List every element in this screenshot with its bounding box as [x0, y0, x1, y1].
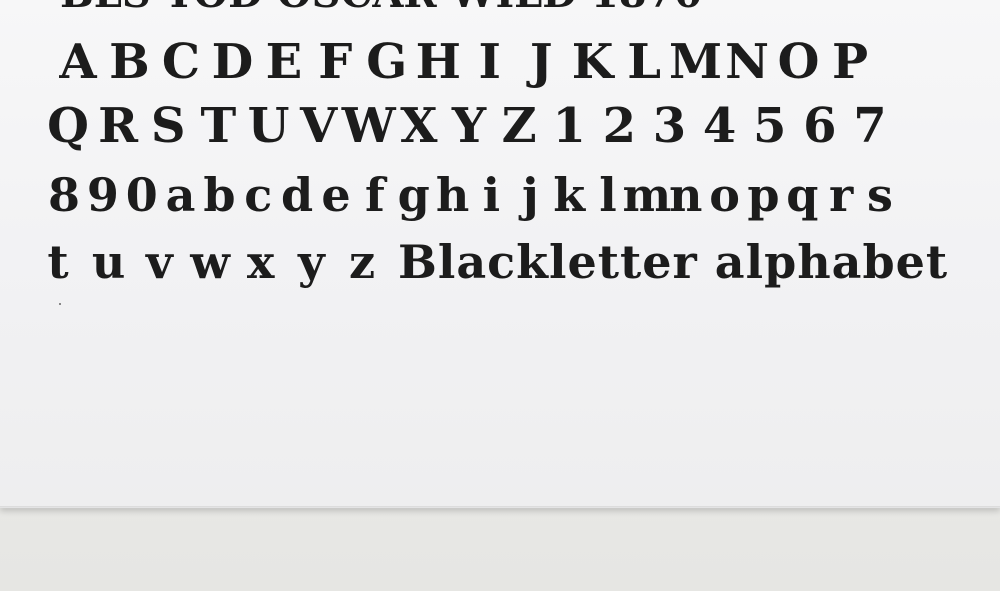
ink-speck	[59, 303, 61, 305]
glyph-lower-y: y	[297, 235, 325, 289]
glyph-upper-h: H	[415, 34, 461, 90]
paper-edge-shadow	[0, 506, 1000, 509]
glyph-lower-q: q	[786, 168, 819, 222]
glyph-lower-c: c	[244, 168, 273, 222]
glyph-lower-b: b	[203, 168, 236, 222]
glyph-upper-o: O	[777, 34, 820, 90]
lowercase-row-4: t u v w x y z Blackletter alphabet	[0, 235, 1000, 295]
glyph-digit-8: 8	[47, 168, 81, 222]
glyph-upper-g: G	[366, 34, 408, 90]
glyph-upper-q: Q	[47, 98, 89, 154]
glyph-digit-4: 4	[702, 98, 737, 154]
glyph-lower-a: a	[165, 168, 196, 222]
glyph-upper-n: N	[725, 34, 769, 90]
glyph-digit-3: 3	[652, 98, 687, 154]
glyph-lower-d: d	[281, 168, 314, 222]
glyph-digit-5: 5	[753, 98, 787, 154]
glyph-upper-f: F	[318, 34, 353, 90]
glyph-upper-a: A	[59, 34, 97, 90]
glyph-digit-1: 1	[552, 98, 586, 154]
glyph-lower-g: g	[397, 168, 430, 222]
glyph-upper-j: J	[529, 34, 553, 90]
glyph-upper-c: C	[161, 34, 201, 90]
mixed-row-3: 890abcdefghijklmnopqrs	[0, 168, 1000, 228]
glyph-upper-u: U	[247, 98, 290, 154]
glyph-lower-j: j	[521, 168, 539, 222]
glyph-upper-v: V	[300, 98, 338, 154]
glyph-lower-m: m	[622, 168, 672, 222]
glyph-upper-w: W	[341, 98, 396, 154]
glyph-digit-2: 2	[602, 98, 637, 154]
glyph-lower-f: f	[364, 168, 385, 222]
uppercase-row-2: QRSTUVWXYZ1234567	[0, 98, 1000, 160]
glyph-lower-h: h	[435, 168, 470, 222]
glyph-lower-e: e	[321, 168, 351, 222]
glyph-lower-r: r	[829, 168, 854, 222]
glyph-lower-w: w	[190, 235, 230, 289]
glyph-upper-d: D	[211, 34, 254, 90]
glyph-digit-7: 7	[853, 98, 887, 154]
glyph-upper-l: L	[627, 34, 661, 90]
caption-blackletter-alphabet: Blackletter alphabet	[398, 235, 949, 289]
glyph-digit-0: 0	[125, 168, 158, 222]
glyph-lower-n: n	[668, 168, 703, 222]
glyph-upper-z: Z	[501, 98, 537, 154]
glyph-lower-z: z	[348, 235, 376, 289]
glyph-upper-t: T	[200, 98, 237, 154]
glyph-upper-k: K	[571, 34, 614, 90]
glyph-lower-i: i	[482, 168, 501, 222]
glyph-digit-6: 6	[803, 98, 837, 154]
glyph-lower-t: t	[47, 235, 69, 289]
uppercase-row-1: ABCDEFGHIJKLMNOP	[0, 34, 1000, 96]
top-cropped-line: BLS YOD OSCAR WILD 1870	[60, 0, 702, 17]
glyph-lower-l: l	[599, 168, 617, 222]
glyph-upper-x: X	[400, 98, 438, 154]
glyph-upper-y: Y	[451, 98, 487, 154]
glyph-lower-o: o	[709, 168, 740, 222]
glyph-lower-k: k	[553, 168, 586, 222]
glyph-lower-u: u	[91, 235, 126, 289]
glyph-upper-i: I	[478, 34, 501, 90]
glyph-lower-v: v	[145, 235, 173, 289]
glyph-upper-b: B	[109, 34, 150, 90]
glyph-lower-x: x	[246, 235, 275, 289]
glyph-upper-e: E	[265, 34, 303, 90]
top-cropped-line-clip: BLS YOD OSCAR WILD 1870	[0, 0, 1000, 28]
glyph-upper-m: M	[669, 34, 723, 90]
glyph-lower-p: p	[747, 168, 780, 222]
glyph-digit-9: 9	[86, 168, 119, 222]
glyph-lower-s: s	[867, 168, 893, 222]
glyph-upper-r: R	[98, 98, 139, 154]
glyph-upper-s: S	[150, 98, 186, 154]
glyph-upper-p: P	[831, 34, 869, 90]
paper-sheet: BLS YOD OSCAR WILD 1870 ABCDEFGHIJKLMNOP…	[0, 0, 1000, 508]
